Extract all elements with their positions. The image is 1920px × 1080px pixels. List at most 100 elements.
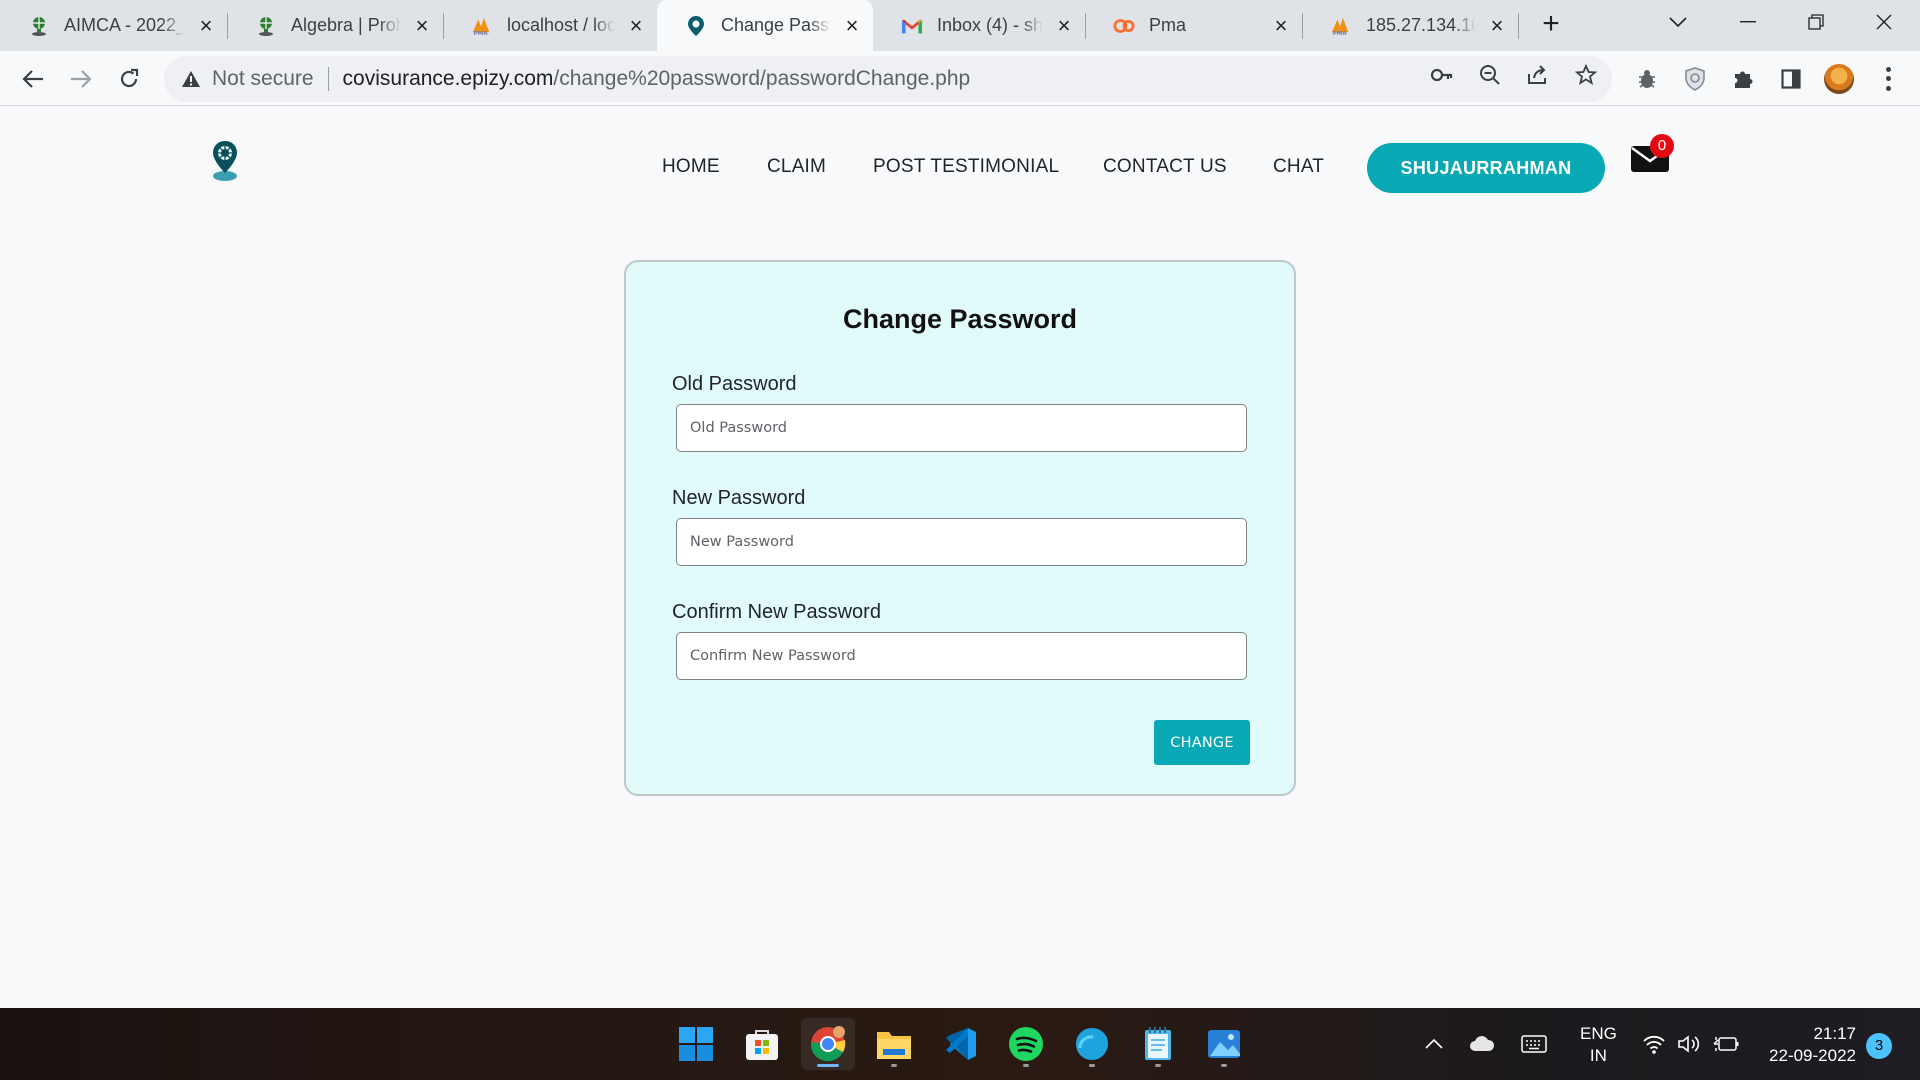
language-indicator[interactable]: ENG IN bbox=[1580, 1023, 1617, 1067]
photos-icon[interactable] bbox=[1197, 1018, 1251, 1070]
spotify-icon[interactable] bbox=[999, 1018, 1053, 1070]
bookmark-star-icon[interactable] bbox=[1574, 63, 1598, 87]
back-arrow-icon[interactable] bbox=[16, 62, 50, 96]
tab-title: Algebra | Probab bbox=[291, 15, 401, 35]
not-secure-label[interactable]: Not secure bbox=[212, 67, 314, 91]
address-bar[interactable]: Not secure covisurance.epizy.com/change%… bbox=[164, 56, 1612, 102]
shield-extension-icon[interactable] bbox=[1682, 66, 1708, 92]
svg-text:PMA: PMA bbox=[474, 31, 489, 37]
old-password-input[interactable] bbox=[676, 404, 1247, 452]
clock[interactable]: 21:17 22-09-2022 bbox=[1769, 1023, 1856, 1067]
nav-home[interactable]: HOME bbox=[662, 156, 720, 178]
url-text[interactable]: covisurance.epizy.com/change%20password/… bbox=[343, 67, 971, 91]
nav-claim[interactable]: CLAIM bbox=[767, 156, 826, 178]
close-icon[interactable]: × bbox=[1053, 14, 1075, 37]
reload-icon[interactable] bbox=[112, 62, 146, 96]
browser-tab[interactable]: PMA localhost / loca × bbox=[443, 0, 657, 51]
speaker-volume-icon[interactable] bbox=[1676, 1030, 1704, 1058]
windows-taskbar: ENG IN 21:17 22-09-2022 3 bbox=[0, 1008, 1920, 1080]
mail-count-badge: 0 bbox=[1650, 134, 1674, 158]
nav-chat[interactable]: CHAT bbox=[1273, 156, 1324, 178]
gmail-icon bbox=[901, 15, 923, 37]
file-explorer-icon[interactable] bbox=[867, 1018, 921, 1070]
site-logo-icon[interactable] bbox=[210, 139, 240, 181]
microsoft-store-icon[interactable] bbox=[735, 1018, 789, 1070]
phpmyadmin-icon: PMA bbox=[471, 15, 493, 37]
change-password-form: Change Password Old Password New Passwor… bbox=[624, 260, 1296, 796]
bug-extension-icon[interactable] bbox=[1634, 66, 1660, 92]
tab-title: Change Passwo bbox=[721, 15, 831, 35]
tab-title: Inbox (4) - shuj bbox=[937, 15, 1043, 35]
nav-post-testimonial[interactable]: POST TESTIMONIAL bbox=[873, 156, 1059, 178]
zoom-out-icon[interactable] bbox=[1478, 63, 1502, 87]
restore-icon[interactable] bbox=[1786, 0, 1846, 44]
onedrive-cloud-icon[interactable] bbox=[1468, 1030, 1496, 1058]
green-globe-logo-icon bbox=[255, 15, 277, 37]
share-icon[interactable] bbox=[1526, 63, 1550, 87]
notification-count-badge[interactable]: 3 bbox=[1866, 1033, 1892, 1059]
taskbar-indicator-active bbox=[817, 1064, 839, 1067]
new-password-label: New Password bbox=[672, 487, 806, 509]
tab-title: 185.27.134.10 / bbox=[1366, 15, 1476, 35]
taskbar-indicator bbox=[1089, 1064, 1095, 1067]
forward-arrow-icon[interactable] bbox=[64, 62, 98, 96]
form-title: Change Password bbox=[842, 304, 1078, 334]
old-password-label: Old Password bbox=[672, 373, 797, 395]
browser-tab[interactable]: Algebra | Probab × bbox=[227, 0, 443, 51]
key-icon[interactable] bbox=[1430, 63, 1454, 87]
minimize-icon[interactable] bbox=[1718, 0, 1778, 44]
close-icon[interactable]: × bbox=[625, 14, 647, 37]
confirm-password-input[interactable] bbox=[676, 632, 1247, 680]
more-menu-icon[interactable] bbox=[1878, 65, 1898, 93]
nav-contact-us[interactable]: CONTACT US bbox=[1103, 156, 1227, 178]
tab-title: localhost / loca bbox=[507, 15, 615, 35]
chrome-icon[interactable] bbox=[801, 1018, 855, 1070]
user-account-button[interactable]: SHUJAURRAHMAN bbox=[1367, 143, 1605, 193]
phpmyadmin-icon: PMA bbox=[1330, 15, 1352, 37]
tab-title: AIMCA - 2022_ bbox=[64, 15, 185, 35]
web-page: HOME CLAIM POST TESTIMONIAL CONTACT US C… bbox=[0, 106, 1920, 1008]
language-code: ENG bbox=[1580, 1024, 1617, 1043]
tab-separator bbox=[1518, 13, 1519, 39]
wifi-icon[interactable] bbox=[1640, 1030, 1668, 1058]
new-password-input[interactable] bbox=[676, 518, 1247, 566]
close-icon[interactable]: × bbox=[195, 14, 217, 37]
window-close-icon[interactable] bbox=[1854, 0, 1914, 44]
keyboard-icon[interactable] bbox=[1520, 1030, 1548, 1058]
start-icon[interactable] bbox=[669, 1018, 723, 1070]
omnibox-divider bbox=[327, 67, 329, 91]
new-tab-plus-icon[interactable]: + bbox=[1534, 8, 1568, 42]
notepad-icon[interactable] bbox=[1131, 1018, 1185, 1070]
close-icon[interactable]: × bbox=[1270, 14, 1292, 37]
browser-tab[interactable]: Inbox (4) - shuj × bbox=[873, 0, 1085, 51]
clock-date: 22-09-2022 bbox=[1769, 1046, 1856, 1065]
edge-icon[interactable] bbox=[1065, 1018, 1119, 1070]
battery-charging-icon[interactable] bbox=[1712, 1030, 1740, 1058]
browser-tab-strip: AIMCA - 2022_ × Algebra | Probab × PMA l… bbox=[0, 0, 1920, 51]
browser-tab[interactable]: AIMCA - 2022_ × bbox=[0, 0, 227, 51]
change-button[interactable]: CHANGE bbox=[1154, 720, 1250, 765]
browser-tab[interactable]: PMA 185.27.134.10 / × bbox=[1302, 0, 1518, 51]
side-panel-icon[interactable] bbox=[1778, 66, 1804, 92]
close-icon[interactable]: × bbox=[1486, 14, 1508, 37]
chevron-up-icon[interactable] bbox=[1420, 1030, 1448, 1058]
warning-triangle-icon[interactable] bbox=[180, 68, 202, 90]
cpanel-icon bbox=[1113, 15, 1135, 37]
svg-text:PMA: PMA bbox=[1333, 31, 1348, 37]
tab-search-chevron-down-icon[interactable] bbox=[1648, 0, 1708, 44]
profile-avatar[interactable] bbox=[1824, 64, 1854, 94]
browser-tab-active[interactable]: Change Passwo × bbox=[657, 0, 873, 51]
region-code: IN bbox=[1589, 1046, 1607, 1065]
mail-notifications[interactable]: 0 bbox=[1630, 134, 1674, 180]
puzzle-extensions-icon[interactable] bbox=[1730, 66, 1756, 92]
tab-title: Pma bbox=[1149, 15, 1187, 35]
taskbar-indicator bbox=[1023, 1064, 1029, 1067]
vscode-icon[interactable] bbox=[933, 1018, 987, 1070]
url-host: covisurance.epizy.com bbox=[342, 67, 554, 90]
close-icon[interactable]: × bbox=[841, 14, 863, 37]
close-icon[interactable]: × bbox=[411, 14, 433, 37]
taskbar-indicator bbox=[891, 1064, 897, 1067]
taskbar-indicator bbox=[1221, 1064, 1227, 1067]
confirm-password-label: Confirm New Password bbox=[672, 601, 881, 623]
browser-tab[interactable]: Pma × bbox=[1085, 0, 1302, 51]
